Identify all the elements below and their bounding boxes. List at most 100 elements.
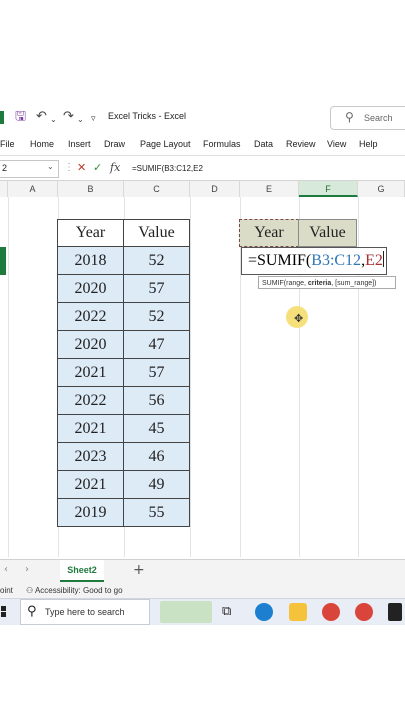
excel-logo-icon (0, 111, 4, 124)
column-header-c[interactable]: C (124, 181, 190, 197)
tab-file[interactable]: File (0, 139, 15, 149)
select-all-corner[interactable] (0, 181, 8, 197)
text-caret (382, 251, 384, 267)
title-bar: 🖫 ↶ ⌄ ↷ ⌄ ▿ Excel Tricks - Excel ⚲ Searc… (0, 101, 405, 133)
chrome-icon[interactable] (322, 603, 340, 621)
tab-page-layout[interactable]: Page Layout (140, 139, 191, 149)
accessibility-label: Accessibility: Good to go (34, 586, 123, 595)
status-bar: oint ⚇ Accessibility: Good to go (0, 582, 405, 599)
customize-toolbar-icon[interactable]: ▿ (91, 112, 96, 126)
table-cell-year[interactable]: 2021 (57, 415, 124, 443)
column-header-d[interactable]: D (190, 181, 240, 197)
taskbar-search-placeholder: Type here to search (45, 607, 125, 617)
add-sheet-icon[interactable]: + (133, 562, 145, 578)
search-icon: ⚲ (27, 604, 37, 619)
table-cell-value[interactable]: 45 (123, 415, 190, 443)
search-placeholder: Search (364, 113, 393, 123)
search-highlight-image (160, 601, 212, 623)
criteria-header-year[interactable]: Year (239, 219, 299, 247)
save-icon[interactable]: 🖫 (15, 110, 26, 124)
window-title: Excel Tricks - Excel (108, 111, 187, 121)
enter-check-icon[interactable]: ✓ (93, 161, 102, 174)
redo-icon[interactable]: ↷ (63, 110, 74, 124)
task-view-icon[interactable]: ⧉ (222, 604, 231, 619)
tooltip-active-argument: criteria (307, 280, 332, 287)
table-cell-year[interactable]: 2020 (57, 331, 124, 359)
row-header-selected[interactable] (0, 247, 6, 275)
tooltip-function: SUMIF(range, (262, 280, 308, 287)
table-cell-year[interactable]: 2020 (57, 275, 124, 303)
accessibility-icon: ⚇ (26, 586, 34, 595)
scroll-right-icon[interactable]: › (25, 564, 29, 575)
function-arguments-tooltip[interactable]: SUMIF(range, criteria, [sum_range]) (258, 276, 396, 289)
formula-range-ref: B3:C12 (311, 252, 362, 269)
taskbar-search[interactable]: ⚲ Type here to search (20, 599, 150, 625)
table-cell-value[interactable]: 55 (123, 499, 190, 527)
formula-prefix: =SUMIF( (248, 252, 312, 269)
formula-input[interactable]: =SUMIF(B3:C12,E2 (132, 164, 203, 173)
tab-insert[interactable]: Insert (68, 139, 91, 149)
sheet-tab-bar: ‹ › Sheet2 + (0, 559, 405, 582)
table-cell-value[interactable]: 56 (123, 387, 190, 415)
status-mode: oint (0, 586, 13, 595)
formula-edit-cell[interactable]: =SUMIF(B3:C12,E2 (241, 247, 387, 275)
tab-draw[interactable]: Draw (104, 139, 125, 149)
table-cell-year[interactable]: 2021 (57, 359, 124, 387)
table-cell-value[interactable]: 47 (123, 331, 190, 359)
table-cell-year[interactable]: 2021 (57, 471, 124, 499)
gridline (190, 197, 191, 557)
tab-review[interactable]: Review (286, 139, 316, 149)
windows-start-icon[interactable] (1, 606, 6, 611)
redo-dropdown-icon[interactable]: ⌄ (77, 113, 84, 127)
column-header-e[interactable]: E (240, 181, 299, 197)
cancel-icon[interactable]: ✕ (77, 161, 86, 174)
table-cell-value[interactable]: 52 (123, 303, 190, 331)
tab-data[interactable]: Data (254, 139, 273, 149)
windows-start-icon-part (1, 612, 6, 617)
search-box[interactable]: ⚲ Search (330, 106, 405, 130)
table-cell-value[interactable]: 57 (123, 275, 190, 303)
chrome-profile-icon[interactable] (355, 603, 373, 621)
table-header-value[interactable]: Value (123, 219, 190, 247)
gridline (8, 197, 9, 557)
formula-bar: 2 ⌄ ⋮ ✕ ✓ fx =SUMIF(B3:C12,E2 (0, 158, 405, 181)
ribbon-tabs: File Home Insert Draw Page Layout Formul… (0, 133, 405, 156)
table-cell-value[interactable]: 57 (123, 359, 190, 387)
tab-view[interactable]: View (327, 139, 346, 149)
tab-home[interactable]: Home (30, 139, 54, 149)
name-box-value: 2 (2, 163, 8, 173)
undo-dropdown-icon[interactable]: ⌄ (50, 113, 57, 127)
accessibility-status[interactable]: ⚇ Accessibility: Good to go (26, 586, 123, 595)
column-header-b[interactable]: B (58, 181, 124, 197)
tab-formulas[interactable]: Formulas (203, 139, 241, 149)
sheet-tab-sheet2[interactable]: Sheet2 (60, 560, 104, 582)
chevron-down-icon[interactable]: ⌄ (47, 162, 54, 171)
column-header-f[interactable]: F (299, 181, 358, 197)
undo-icon[interactable]: ↶ (36, 110, 47, 124)
document-app-icon[interactable] (388, 603, 402, 621)
table-cell-value[interactable]: 46 (123, 443, 190, 471)
table-cell-year[interactable]: 2023 (57, 443, 124, 471)
table-cell-year[interactable]: 2022 (57, 387, 124, 415)
table-cell-year[interactable]: 2022 (57, 303, 124, 331)
column-header-g[interactable]: G (358, 181, 405, 197)
edge-icon[interactable] (255, 603, 273, 621)
file-explorer-icon[interactable] (289, 603, 307, 621)
windows-taskbar: ⚲ Type here to search ⧉ (0, 598, 405, 625)
table-cell-value[interactable]: 49 (123, 471, 190, 499)
insert-function-icon[interactable]: fx (110, 161, 120, 174)
table-cell-year[interactable]: 2019 (57, 499, 124, 527)
table-cell-year[interactable]: 2018 (57, 247, 124, 275)
table-cell-value[interactable]: 52 (123, 247, 190, 275)
tooltip-rest: , [sum_range]) (331, 280, 377, 287)
search-icon: ⚲ (345, 110, 354, 124)
divider-icon: ⋮ (64, 162, 74, 173)
criteria-header-value[interactable]: Value (298, 219, 357, 247)
column-header-a[interactable]: A (8, 181, 58, 197)
formula-criteria-ref: E2 (365, 252, 383, 269)
name-box[interactable]: 2 ⌄ (0, 160, 59, 178)
scroll-left-icon[interactable]: ‹ (4, 564, 8, 575)
tab-help[interactable]: Help (359, 139, 378, 149)
table-header-year[interactable]: Year (57, 219, 124, 247)
column-headers: A B C D E F G (0, 181, 405, 198)
